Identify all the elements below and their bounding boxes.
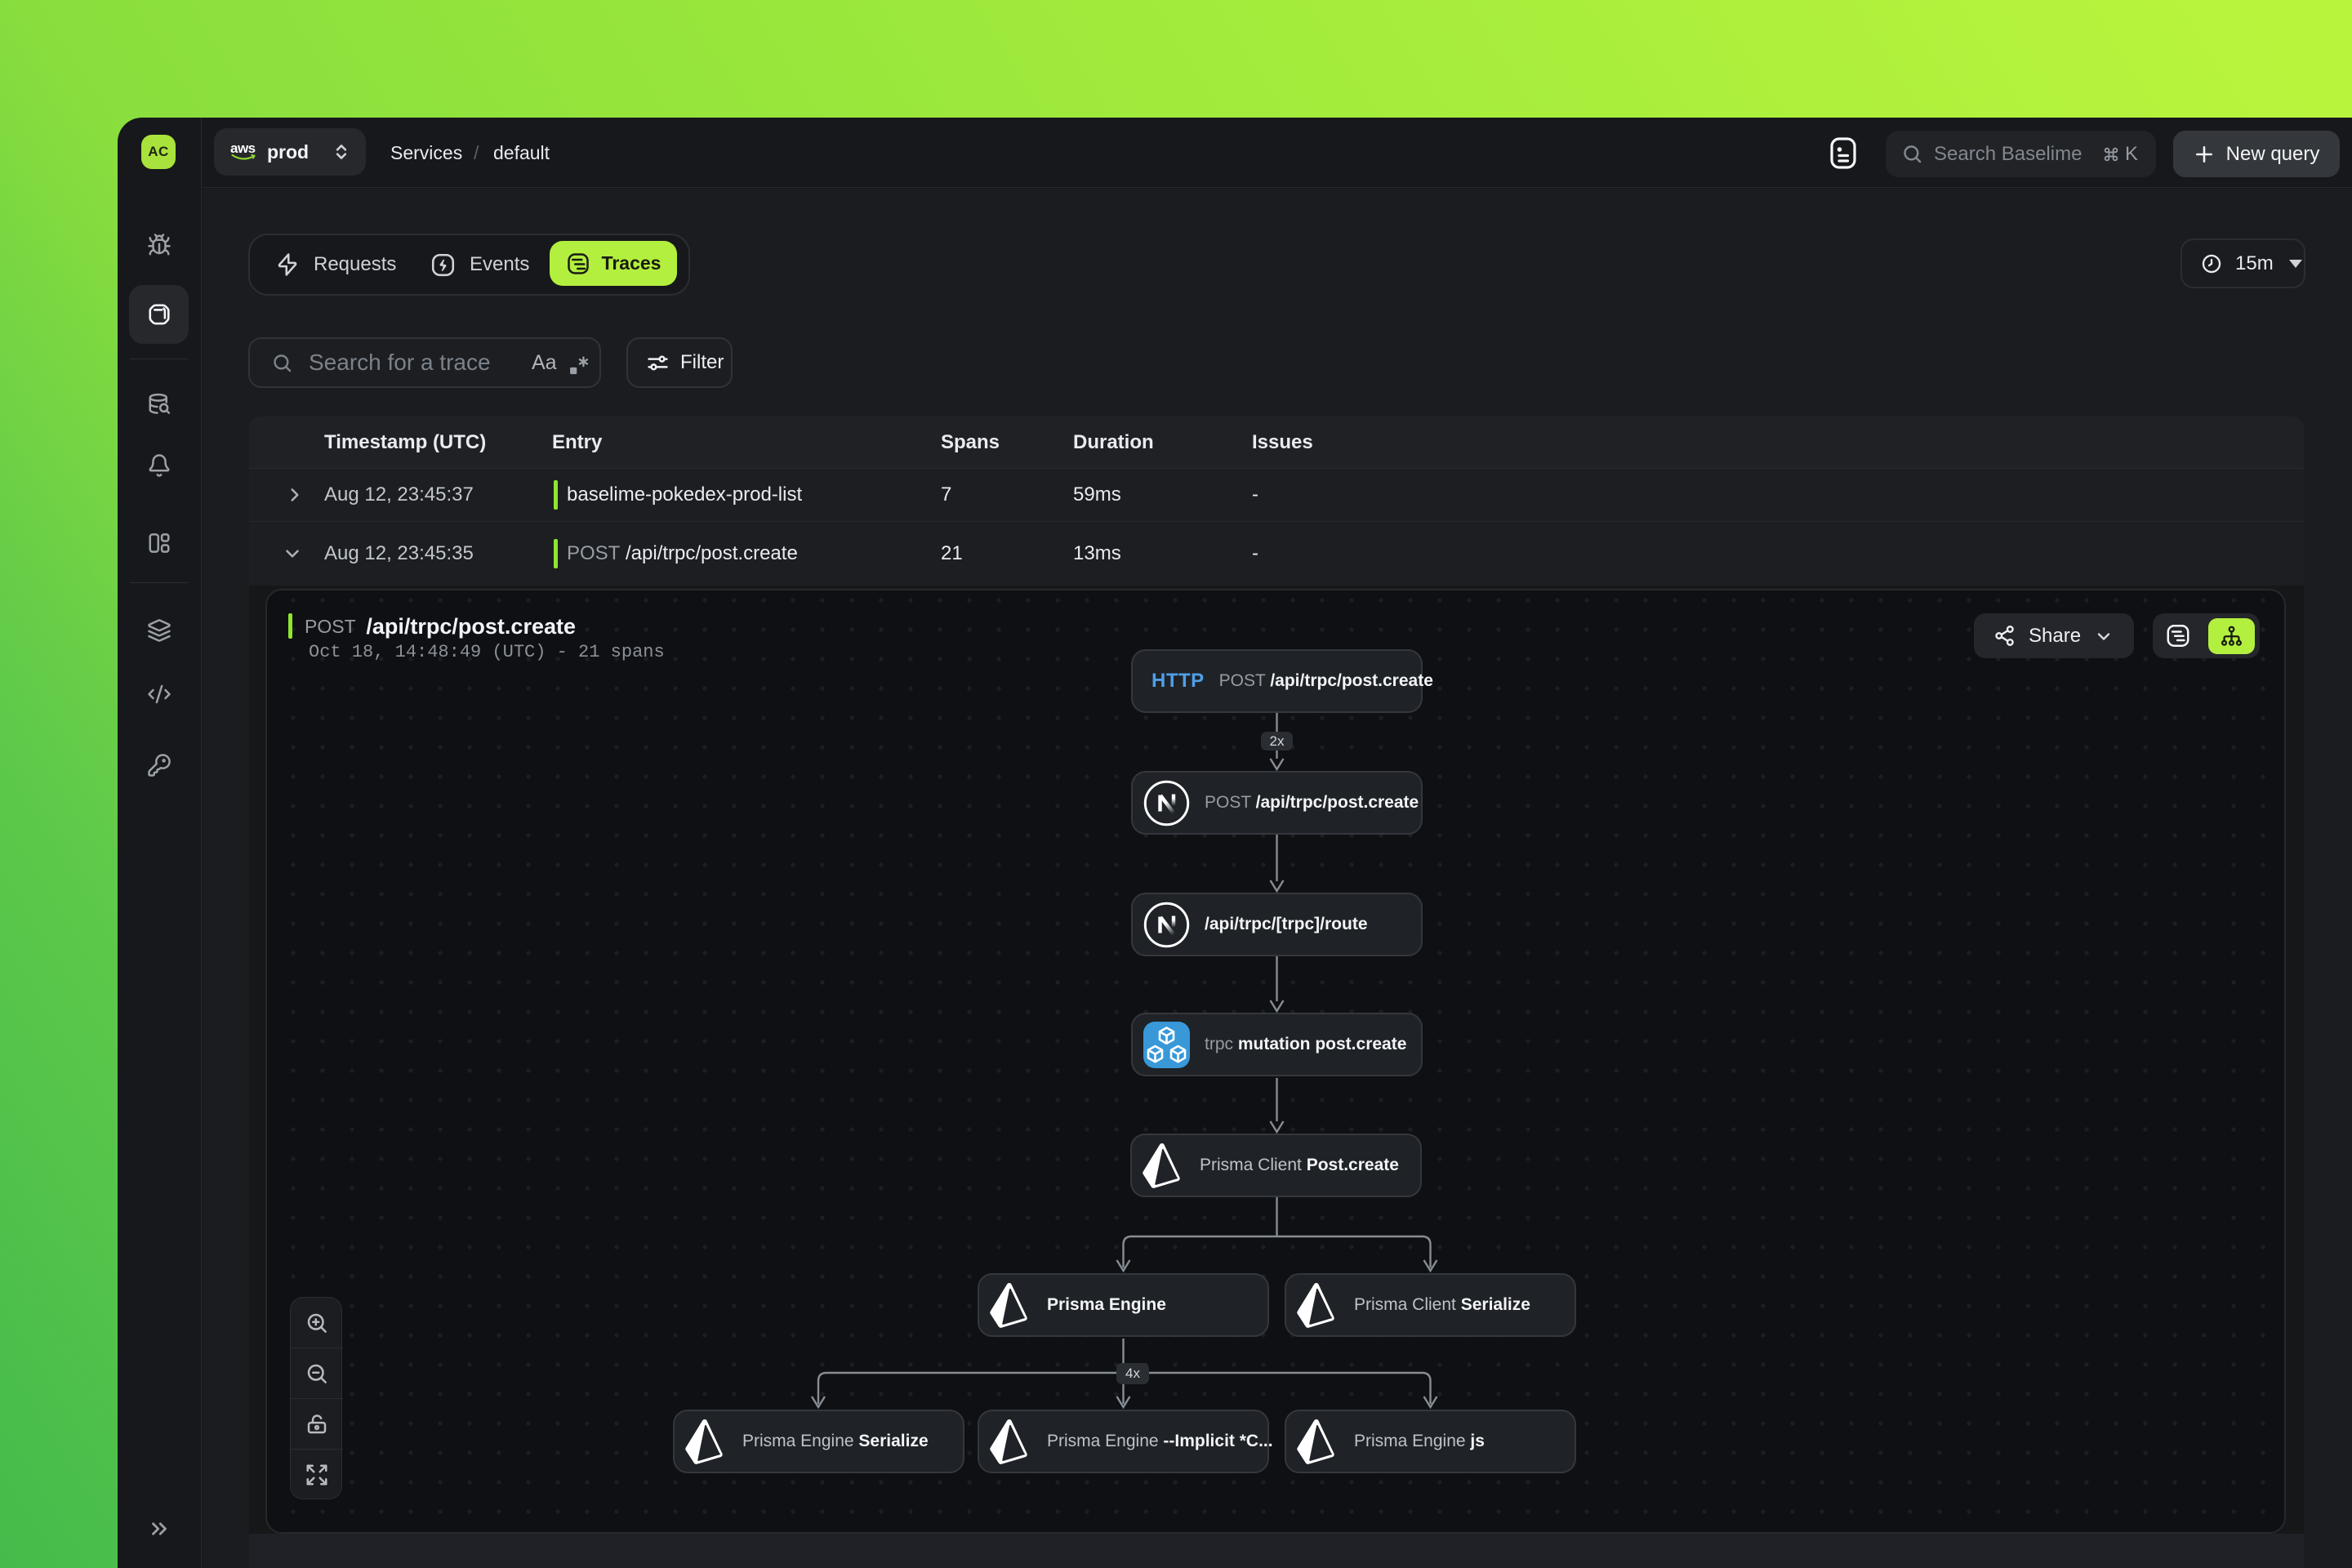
svg-text:aws: aws — [230, 140, 256, 156]
